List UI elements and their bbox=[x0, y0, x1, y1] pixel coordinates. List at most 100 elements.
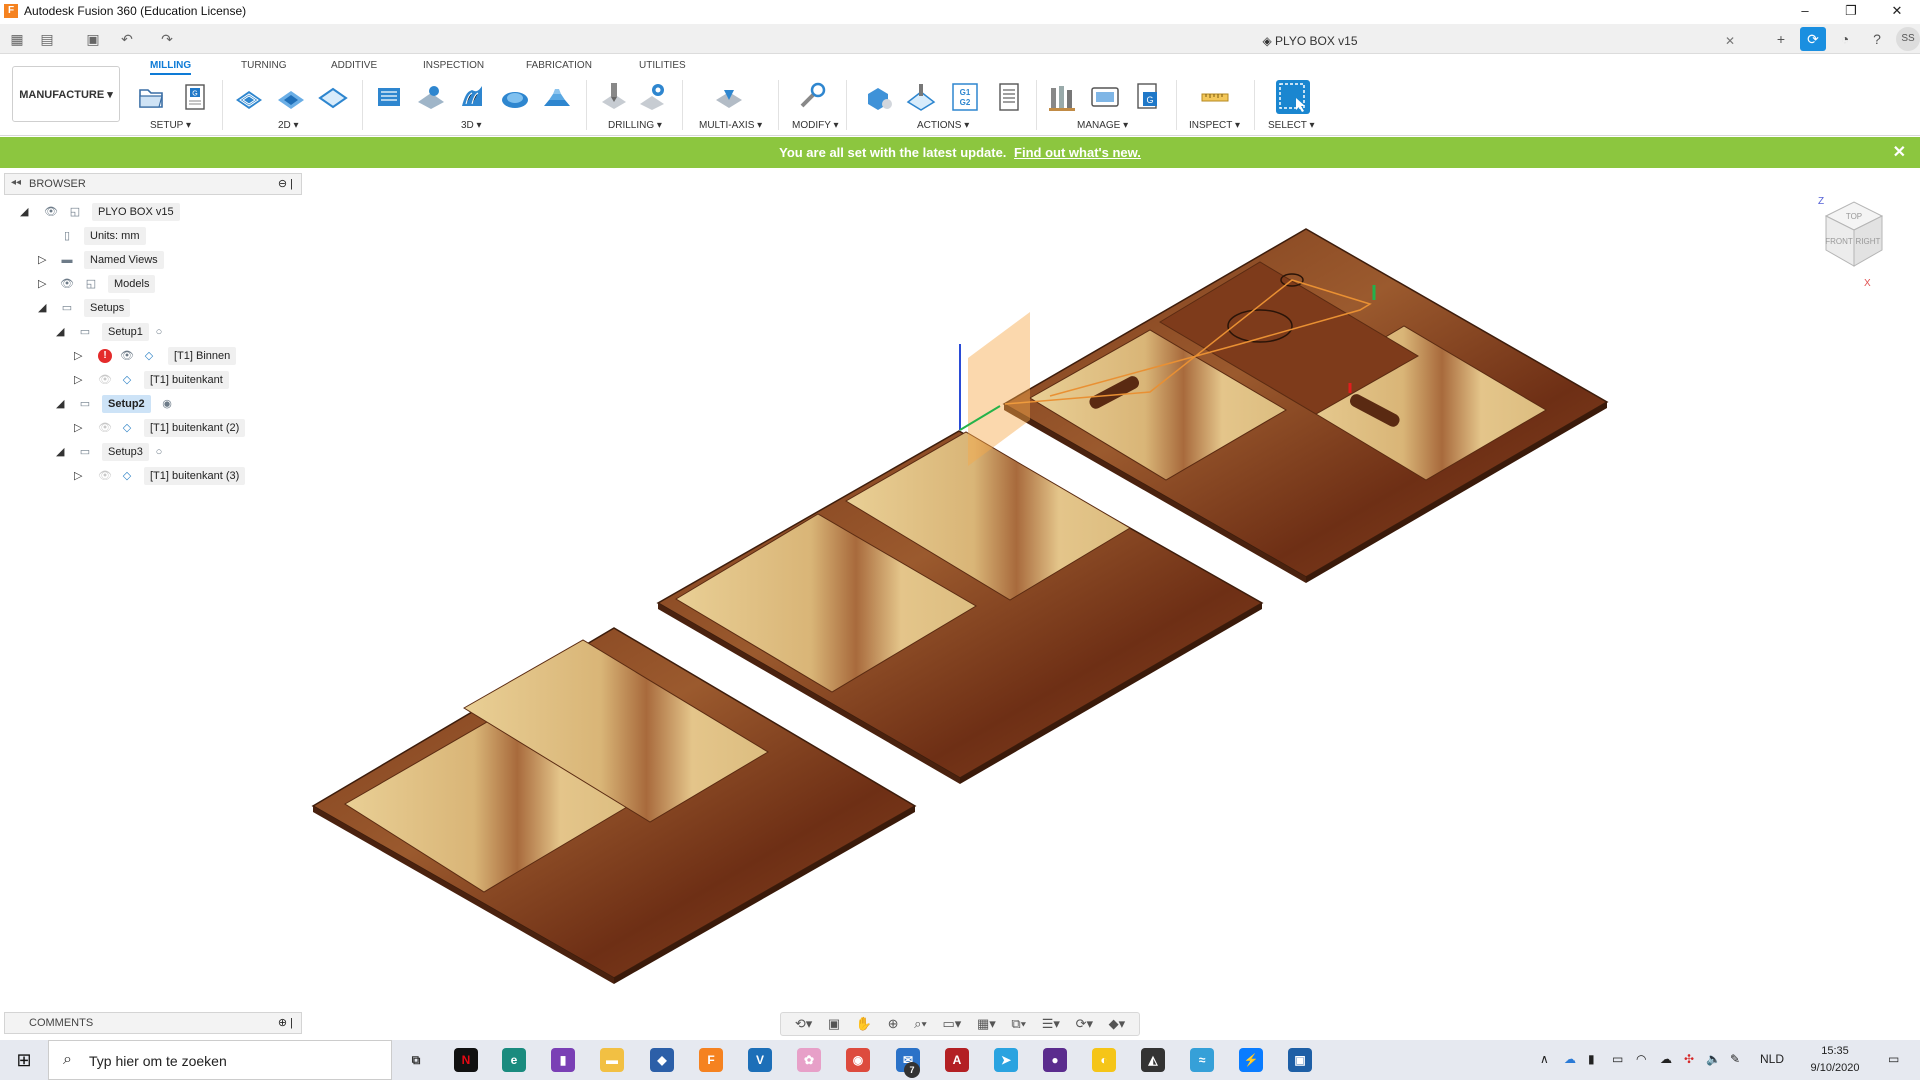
display-settings-icon[interactable]: ▭▾ bbox=[943, 1016, 962, 1032]
acrobat-icon[interactable]: A bbox=[945, 1048, 969, 1072]
3d-parallel-icon[interactable] bbox=[456, 80, 490, 114]
modify-icon[interactable] bbox=[796, 80, 830, 114]
modify-group-label[interactable]: MODIFY ▾ bbox=[792, 120, 839, 131]
zoom-icon[interactable]: ⊕ bbox=[888, 1016, 899, 1032]
collapse-arrow-icon[interactable]: ◢ bbox=[38, 298, 46, 318]
help-icon[interactable]: ? bbox=[1864, 27, 1890, 51]
hidden-eye-icon[interactable]: 👁 bbox=[98, 421, 112, 435]
simulate-icon[interactable] bbox=[862, 80, 896, 114]
multi-axis-group-label[interactable]: MULTI-AXIS ▾ bbox=[699, 120, 762, 131]
notifications-icon[interactable]: ◔ bbox=[1832, 27, 1858, 51]
fusion-360-taskbar-icon[interactable]: F bbox=[699, 1048, 723, 1072]
tab-fabrication[interactable]: FABRICATION bbox=[526, 60, 592, 71]
activate-radio-icon[interactable]: ○ bbox=[152, 325, 166, 339]
setup-group-label[interactable]: SETUP ▾ bbox=[150, 120, 191, 131]
tab-inspection[interactable]: INSPECTION bbox=[423, 60, 484, 71]
volume-icon[interactable]: 🔈 bbox=[1706, 1052, 1721, 1066]
viewports-icon[interactable]: ⧉▾ bbox=[1011, 1016, 1026, 1032]
visibility-eye-icon[interactable]: 👁 bbox=[60, 277, 74, 291]
usb-icon[interactable]: ▮ bbox=[1588, 1052, 1595, 1066]
netflix-icon[interactable]: N bbox=[454, 1048, 478, 1072]
3d-scallop-icon[interactable] bbox=[498, 80, 532, 114]
new-setup-icon[interactable] bbox=[134, 80, 168, 114]
document-tab[interactable]: ◈ PLYO BOX v15 ✕ bbox=[880, 28, 1740, 54]
close-tab-icon[interactable]: ✕ bbox=[1720, 28, 1740, 54]
action-center-icon[interactable]: ▭ bbox=[1888, 1052, 1899, 1066]
grid-settings-icon[interactable]: ▦▾ bbox=[977, 1016, 996, 1032]
2d-pocket-icon[interactable] bbox=[274, 80, 308, 114]
error-icon[interactable]: ! bbox=[98, 349, 112, 363]
file-explorer-icon[interactable]: ▬ bbox=[600, 1048, 624, 1072]
collapse-arrow-icon[interactable]: ◢ bbox=[56, 442, 64, 462]
select-icon[interactable] bbox=[1276, 80, 1310, 114]
weather-icon[interactable]: ≈ bbox=[1190, 1048, 1214, 1072]
dropbox-icon[interactable]: ✣ bbox=[1684, 1052, 1694, 1066]
origin-plane[interactable] bbox=[959, 312, 1030, 466]
2d-contour-icon[interactable] bbox=[316, 80, 350, 114]
pen-icon[interactable]: ✎ bbox=[1730, 1052, 1740, 1066]
save-icon[interactable]: ▣ bbox=[84, 30, 102, 48]
expand-arrow-icon[interactable]: ▷ bbox=[38, 274, 46, 294]
vs-app-icon[interactable]: V bbox=[748, 1048, 772, 1072]
app-circle-icon[interactable]: ● bbox=[1043, 1048, 1067, 1072]
look-at-icon[interactable]: ▣ bbox=[828, 1016, 840, 1032]
activate-radio-icon[interactable]: ◉ bbox=[160, 397, 174, 411]
app-square-icon[interactable]: ▣ bbox=[1288, 1048, 1312, 1072]
banner-close-icon[interactable]: ✕ bbox=[1893, 137, 1906, 168]
job-status-icon[interactable]: ⟳ bbox=[1800, 27, 1826, 51]
collapse-arrow-icon[interactable]: ◢ bbox=[56, 394, 64, 414]
setup-sheet-icon[interactable] bbox=[992, 80, 1026, 114]
onenote-icon[interactable]: ▮ bbox=[551, 1048, 575, 1072]
pan-icon[interactable]: ✋ bbox=[856, 1016, 872, 1032]
cloud-icon[interactable]: ☁ bbox=[1660, 1052, 1672, 1066]
3d-contour-icon[interactable] bbox=[540, 80, 574, 114]
expand-arrow-icon[interactable]: ▷ bbox=[38, 250, 46, 270]
nc-program-icon[interactable]: G bbox=[178, 80, 212, 114]
photos-icon[interactable]: ✿ bbox=[797, 1048, 821, 1072]
collapse-arrow-icon[interactable]: ◢ bbox=[56, 322, 64, 342]
browser-options-icon[interactable]: ⊖ | bbox=[278, 177, 293, 190]
whats-new-link[interactable]: Find out what's new. bbox=[1014, 145, 1141, 160]
hidden-eye-icon[interactable]: 👁 bbox=[98, 469, 112, 483]
actions-group-label[interactable]: ACTIONS ▾ bbox=[917, 120, 969, 131]
chrome-icon[interactable]: ◉ bbox=[846, 1048, 870, 1072]
drilling-group-label[interactable]: DRILLING ▾ bbox=[608, 120, 662, 131]
3d-group-label[interactable]: 3D ▾ bbox=[461, 120, 482, 131]
inspect-group-label[interactable]: INSPECT ▾ bbox=[1189, 120, 1240, 131]
viewcube-top-label[interactable]: TOP bbox=[1846, 212, 1862, 221]
multi-axis-icon[interactable] bbox=[712, 80, 746, 114]
collapse-browser-icon[interactable]: ◂◂ bbox=[11, 177, 21, 188]
activate-radio-icon[interactable]: ○ bbox=[152, 445, 166, 459]
taskbar-search-box[interactable]: ⌕ Typ hier om te zoeken bbox=[48, 1040, 392, 1080]
messenger-icon[interactable]: ⚡ bbox=[1239, 1048, 1263, 1072]
wifi-icon[interactable]: ◠ bbox=[1636, 1052, 1646, 1066]
clock[interactable]: 15:35 9/10/2020 bbox=[1800, 1043, 1870, 1077]
store-icon[interactable]: ◆ bbox=[650, 1048, 674, 1072]
inkscape-icon[interactable]: ◭ bbox=[1141, 1048, 1165, 1072]
tab-additive[interactable]: ADDITIVE bbox=[331, 60, 377, 71]
minimize-button[interactable]: – bbox=[1782, 0, 1828, 22]
viewcube-front-label[interactable]: FRONT bbox=[1825, 237, 1853, 246]
tab-turning[interactable]: TURNING bbox=[241, 60, 287, 71]
restore-button[interactable]: ❐ bbox=[1828, 0, 1874, 22]
expand-arrow-icon[interactable]: ▷ bbox=[74, 346, 82, 366]
fit-icon[interactable]: ⌕▾ bbox=[914, 1016, 927, 1032]
simulation-display-icon[interactable]: ⟳▾ bbox=[1076, 1016, 1093, 1032]
3d-adaptive-icon[interactable] bbox=[372, 80, 406, 114]
telegram-icon[interactable]: ➤ bbox=[994, 1048, 1018, 1072]
expand-arrow-icon[interactable]: ▷ bbox=[74, 370, 82, 390]
3d-viewport[interactable] bbox=[0, 168, 1920, 1040]
post-process-icon[interactable]: G1G2 bbox=[948, 80, 982, 114]
3d-pocket-icon[interactable] bbox=[414, 80, 448, 114]
machine-library-icon[interactable] bbox=[1088, 80, 1122, 114]
stock-display-icon[interactable]: ◆▾ bbox=[1109, 1016, 1126, 1032]
visibility-eye-icon[interactable]: 👁 bbox=[44, 205, 58, 219]
simulate-stock-icon[interactable] bbox=[904, 80, 938, 114]
collapse-arrow-icon[interactable]: ◢ bbox=[20, 202, 28, 222]
add-comment-icon[interactable]: ⊕ | bbox=[278, 1016, 293, 1029]
tab-utilities[interactable]: UTILITIES bbox=[639, 60, 686, 71]
visibility-eye-icon[interactable]: 👁 bbox=[120, 349, 134, 363]
2d-adaptive-icon[interactable] bbox=[232, 80, 266, 114]
2d-group-label[interactable]: 2D ▾ bbox=[278, 120, 299, 131]
redo-icon[interactable]: ↷ bbox=[158, 30, 176, 48]
